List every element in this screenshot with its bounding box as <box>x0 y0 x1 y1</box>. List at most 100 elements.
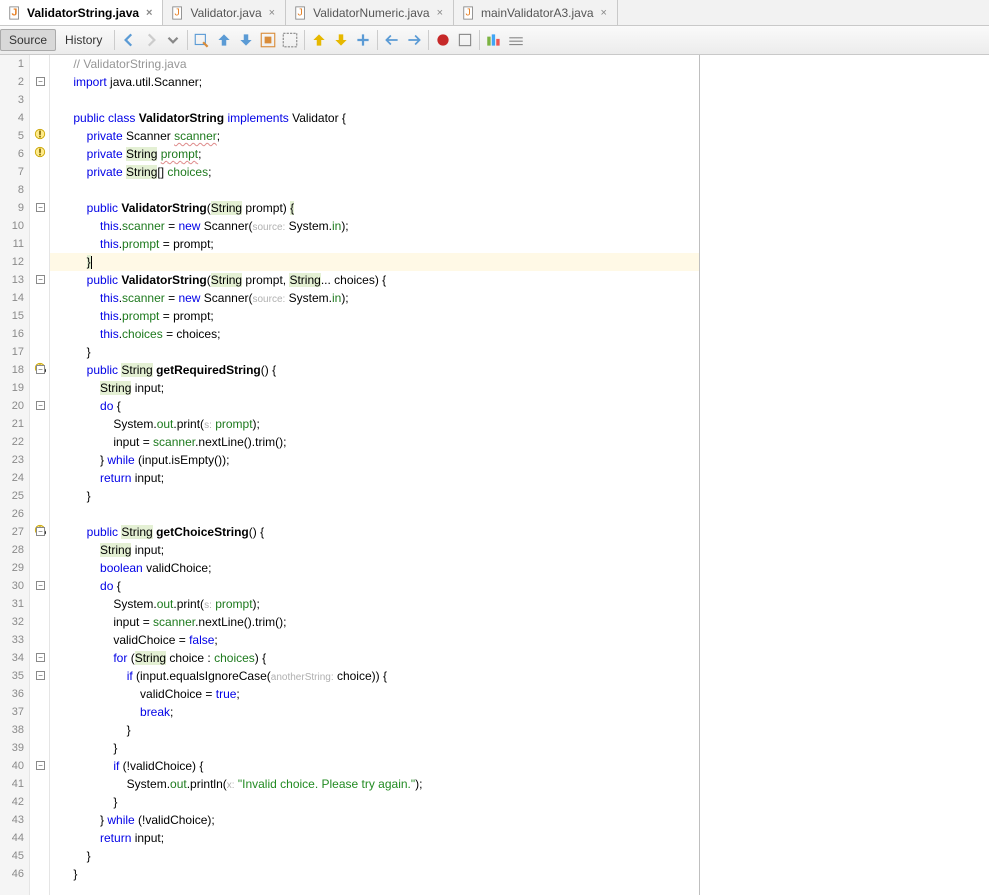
line-number: 33 <box>0 631 29 649</box>
svg-text:J: J <box>466 6 471 18</box>
fold-toggle-icon[interactable]: − <box>36 275 45 284</box>
code-line[interactable]: private String prompt; <box>50 145 699 163</box>
code-line[interactable] <box>50 505 699 523</box>
code-line[interactable]: this.choices = choices; <box>50 325 699 343</box>
comment-icon[interactable] <box>485 31 503 49</box>
code-line[interactable]: if (input.equalsIgnoreCase(anotherString… <box>50 667 699 685</box>
code-line[interactable]: this.prompt = prompt; <box>50 235 699 253</box>
history-button[interactable]: History <box>56 29 111 51</box>
separator <box>114 30 115 50</box>
glyph-slot <box>30 127 49 145</box>
code-line[interactable]: do {− <box>50 577 699 595</box>
code-line[interactable]: String input; <box>50 379 699 397</box>
fold-toggle-icon[interactable]: − <box>36 77 45 86</box>
code-line[interactable]: private Scanner scanner; <box>50 127 699 145</box>
code-line[interactable]: public class ValidatorString implements … <box>50 109 699 127</box>
code-line[interactable]: } while (input.isEmpty()); <box>50 451 699 469</box>
code-line[interactable]: // ValidatorString.java <box>50 55 699 73</box>
code-line[interactable]: } <box>50 721 699 739</box>
code-line[interactable]: validChoice = true; <box>50 685 699 703</box>
close-icon[interactable]: × <box>267 7 277 19</box>
close-icon[interactable]: × <box>599 7 609 19</box>
fold-toggle-icon[interactable]: − <box>36 671 45 680</box>
code-line[interactable]: this.scanner = new Scanner(source: Syste… <box>50 289 699 307</box>
code-line[interactable]: this.scanner = new Scanner(source: Syste… <box>50 217 699 235</box>
uncomment-icon[interactable] <box>507 31 525 49</box>
next-bookmark-icon[interactable] <box>237 31 255 49</box>
fold-toggle-icon[interactable]: − <box>36 527 45 536</box>
code-line[interactable]: System.out.println(x: "Invalid choice. P… <box>50 775 699 793</box>
fold-toggle-icon[interactable]: − <box>36 581 45 590</box>
code-line[interactable]: } <box>50 847 699 865</box>
code-line[interactable]: input = scanner.nextLine().trim(); <box>50 613 699 631</box>
selection-icon[interactable] <box>281 31 299 49</box>
line-number: 40 <box>0 757 29 775</box>
code-line[interactable]: for (String choice : choices) {− <box>50 649 699 667</box>
fold-toggle-icon[interactable]: − <box>36 365 45 374</box>
back-icon[interactable] <box>120 31 138 49</box>
code-line[interactable]: import java.util.Scanner;− <box>50 73 699 91</box>
code-line[interactable]: public ValidatorString(String prompt, St… <box>50 271 699 289</box>
macro-stop-icon[interactable] <box>456 31 474 49</box>
next-error-icon[interactable] <box>332 31 350 49</box>
toggle-bookmark-icon[interactable] <box>259 31 277 49</box>
code-line[interactable]: validChoice = false; <box>50 631 699 649</box>
code-line[interactable]: } <box>50 487 699 505</box>
code-line[interactable]: } <box>50 739 699 757</box>
code-line[interactable]: if (!validChoice) {− <box>50 757 699 775</box>
diff-icon[interactable] <box>354 31 372 49</box>
code-line[interactable]: String input; <box>50 541 699 559</box>
warning-icon[interactable] <box>34 147 46 161</box>
editor-area: 1234567891011121314151617181920212223242… <box>0 55 989 895</box>
glyph-slot <box>30 289 49 307</box>
code-area[interactable]: // ValidatorString.java import java.util… <box>50 55 700 895</box>
code-line[interactable]: boolean validChoice; <box>50 559 699 577</box>
line-number: 2 <box>0 73 29 91</box>
glyph-slot <box>30 703 49 721</box>
prev-error-icon[interactable] <box>310 31 328 49</box>
code-line[interactable]: } <box>50 865 699 883</box>
source-button[interactable]: Source <box>0 29 56 51</box>
close-icon[interactable]: × <box>435 7 445 19</box>
code-line[interactable]: } <box>50 253 699 271</box>
line-number: 19 <box>0 379 29 397</box>
tab-mainvalidatora3-java[interactable]: JmainValidatorA3.java× <box>454 0 618 25</box>
code-line[interactable] <box>50 91 699 109</box>
code-line[interactable]: } <box>50 793 699 811</box>
shift-right-icon[interactable] <box>405 31 423 49</box>
code-line[interactable] <box>50 181 699 199</box>
line-number: 31 <box>0 595 29 613</box>
code-line[interactable]: private String[] choices; <box>50 163 699 181</box>
macro-record-icon[interactable] <box>434 31 452 49</box>
code-line[interactable]: public ValidatorString(String prompt) {− <box>50 199 699 217</box>
line-number: 32 <box>0 613 29 631</box>
shift-left-icon[interactable] <box>383 31 401 49</box>
line-number: 15 <box>0 307 29 325</box>
forward-icon[interactable] <box>142 31 160 49</box>
glyph-slot <box>30 559 49 577</box>
tab-validatorstring-java[interactable]: JValidatorString.java× <box>0 0 163 25</box>
warning-icon[interactable] <box>34 129 46 143</box>
code-line[interactable]: public String getRequiredString() {− <box>50 361 699 379</box>
code-line[interactable]: System.out.print(s: prompt); <box>50 415 699 433</box>
code-line[interactable]: return input; <box>50 829 699 847</box>
code-line[interactable]: } <box>50 343 699 361</box>
tab-validatornumeric-java[interactable]: JValidatorNumeric.java× <box>286 0 454 25</box>
code-line[interactable]: return input; <box>50 469 699 487</box>
code-line[interactable]: } while (!validChoice); <box>50 811 699 829</box>
code-line[interactable]: input = scanner.nextLine().trim(); <box>50 433 699 451</box>
find-selection-icon[interactable] <box>193 31 211 49</box>
code-line[interactable]: break; <box>50 703 699 721</box>
fold-toggle-icon[interactable]: − <box>36 761 45 770</box>
code-line[interactable]: do {− <box>50 397 699 415</box>
code-line[interactable]: System.out.print(s: prompt); <box>50 595 699 613</box>
close-icon[interactable]: × <box>144 7 154 19</box>
prev-bookmark-icon[interactable] <box>215 31 233 49</box>
tab-validator-java[interactable]: JValidator.java× <box>163 0 286 25</box>
fold-toggle-icon[interactable]: − <box>36 401 45 410</box>
dropdown-icon[interactable] <box>164 31 182 49</box>
code-line[interactable]: public String getChoiceString() {− <box>50 523 699 541</box>
fold-toggle-icon[interactable]: − <box>36 653 45 662</box>
code-line[interactable]: this.prompt = prompt; <box>50 307 699 325</box>
fold-toggle-icon[interactable]: − <box>36 203 45 212</box>
